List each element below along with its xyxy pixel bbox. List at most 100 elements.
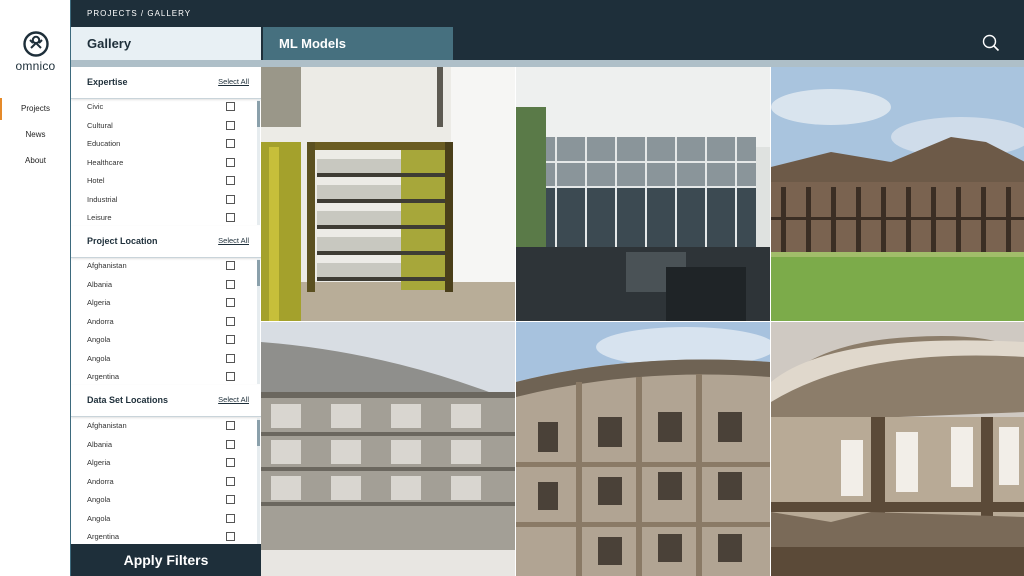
filter-option[interactable]: Healthcare [71,154,257,172]
yellow-frame-staircase-image [261,67,515,321]
curved-roof-grid-facade-image [261,322,515,576]
filter-option-label: Healthcare [87,157,124,167]
filter-option[interactable]: Andorra [71,313,257,331]
checkbox[interactable] [226,261,235,270]
checkbox[interactable] [226,439,235,449]
top-bar: PROJECTS / GALLERY Gallery ML Models [71,0,1024,60]
gallery-image[interactable] [771,67,1024,321]
checkbox[interactable] [226,532,235,541]
select-all-link[interactable]: Select All [218,395,249,404]
checkbox[interactable] [226,120,235,130]
filter-option[interactable]: Hotel [71,172,257,190]
nav-item-projects[interactable]: Projects [0,98,71,120]
checkbox[interactable] [226,279,235,289]
checkbox[interactable] [226,421,235,430]
filter-option-label: Hotel [87,176,105,185]
filter-option[interactable]: Andorra [71,473,257,491]
filter-option[interactable]: Cultural [71,117,257,135]
filter-option-label: Andorra [87,476,114,486]
nav-item-news[interactable]: News [0,124,71,146]
thatched-roof-house-image [771,322,1024,576]
filter-section-title: Project Location [87,236,158,246]
filter-option-label: Argentina [87,372,120,381]
timber-roof-pavilion-image [771,67,1024,321]
filter-option[interactable]: Angola [71,331,257,349]
filter-option-label: Andorra [87,316,114,326]
filter-option[interactable]: Afghanistan [71,257,257,275]
filter-option[interactable]: Algeria [71,454,257,472]
filter-option-label: Albania [87,279,113,289]
nav-item-about[interactable]: About [0,150,71,172]
header-divider [71,60,1024,67]
filter-option-label: Angola [87,495,111,504]
checkbox[interactable] [226,495,235,504]
gallery-image[interactable] [261,322,515,576]
checkbox[interactable] [226,476,235,486]
filter-option-label: Education [87,139,121,148]
gallery-image[interactable] [516,67,770,321]
brand-logo[interactable]: omnico [0,30,71,73]
search-icon[interactable] [982,34,1000,52]
filter-option[interactable]: Education [71,135,257,153]
filter-option[interactable]: Angola [71,510,257,528]
tab-gallery[interactable]: Gallery [71,27,261,60]
filter-option-label: Angola [87,513,111,523]
filter-option-label: Afghanistan [87,421,127,430]
tab-ml-models[interactable]: ML Models [263,27,453,60]
filter-option-label: Angola [87,353,111,363]
gallery-image[interactable] [261,67,515,321]
filter-option-label: Argentina [87,532,120,541]
scrollbar-thumb[interactable] [257,420,260,446]
checkbox[interactable] [226,176,235,185]
checkbox[interactable] [226,157,235,167]
filter-option-label: Civic [87,102,104,111]
filter-option[interactable]: Argentina [71,368,257,386]
checkbox[interactable] [226,513,235,523]
filter-option[interactable]: Industrial [71,191,257,209]
breadcrumb: PROJECTS / GALLERY [87,9,192,18]
filter-option[interactable]: Albania [71,276,257,294]
checkbox[interactable] [226,139,235,148]
select-all-link[interactable]: Select All [218,77,249,86]
filter-section-data-set-locations-header: Data Set Locations Select All [71,385,261,417]
gallery-image[interactable] [516,322,770,576]
filter-panel: Expertise Select All Civic Cultural Educ… [71,67,261,544]
gallery-grid [261,67,1024,576]
checkbox[interactable] [226,194,235,204]
filter-option[interactable]: Argentina [71,528,257,544]
filter-section-title: Expertise [87,77,128,87]
gallery-image[interactable] [771,322,1024,576]
scrollbar-thumb[interactable] [257,260,260,286]
select-all-link[interactable]: Select All [218,236,249,245]
checkbox[interactable] [226,458,235,467]
filter-option-label: Industrial [87,194,118,204]
filter-option[interactable]: Leisure [71,209,257,227]
checkbox[interactable] [226,213,235,222]
checkbox[interactable] [226,353,235,363]
filter-option-label: Angola [87,335,111,344]
filter-option[interactable]: Afghanistan [71,417,257,435]
filter-option-label: Afghanistan [87,261,127,270]
checkbox[interactable] [226,372,235,381]
filter-section-project-location-header: Project Location Select All [71,226,261,258]
filter-option[interactable]: Angola [71,350,257,368]
filter-option[interactable]: Angola [71,491,257,509]
brand-name: omnico [15,59,56,73]
filter-option-label: Leisure [87,213,112,222]
apply-filters-button[interactable]: Apply Filters [71,544,261,576]
omnico-logo-icon [22,31,49,57]
filter-option[interactable]: Civic [71,98,257,116]
filter-option[interactable]: Algeria [71,294,257,312]
filter-option-label: Albania [87,439,113,449]
filter-option-label: Algeria [87,458,111,467]
scrollbar-thumb[interactable] [257,101,260,127]
checkbox[interactable] [226,102,235,111]
checkbox[interactable] [226,335,235,344]
checkbox[interactable] [226,298,235,307]
left-nav: omnico Projects News About [0,0,71,576]
glass-facade-building-image [516,67,770,321]
filter-option-label: Algeria [87,298,111,307]
filter-section-title: Data Set Locations [87,395,169,405]
filter-option[interactable]: Albania [71,436,257,454]
checkbox[interactable] [226,316,235,326]
